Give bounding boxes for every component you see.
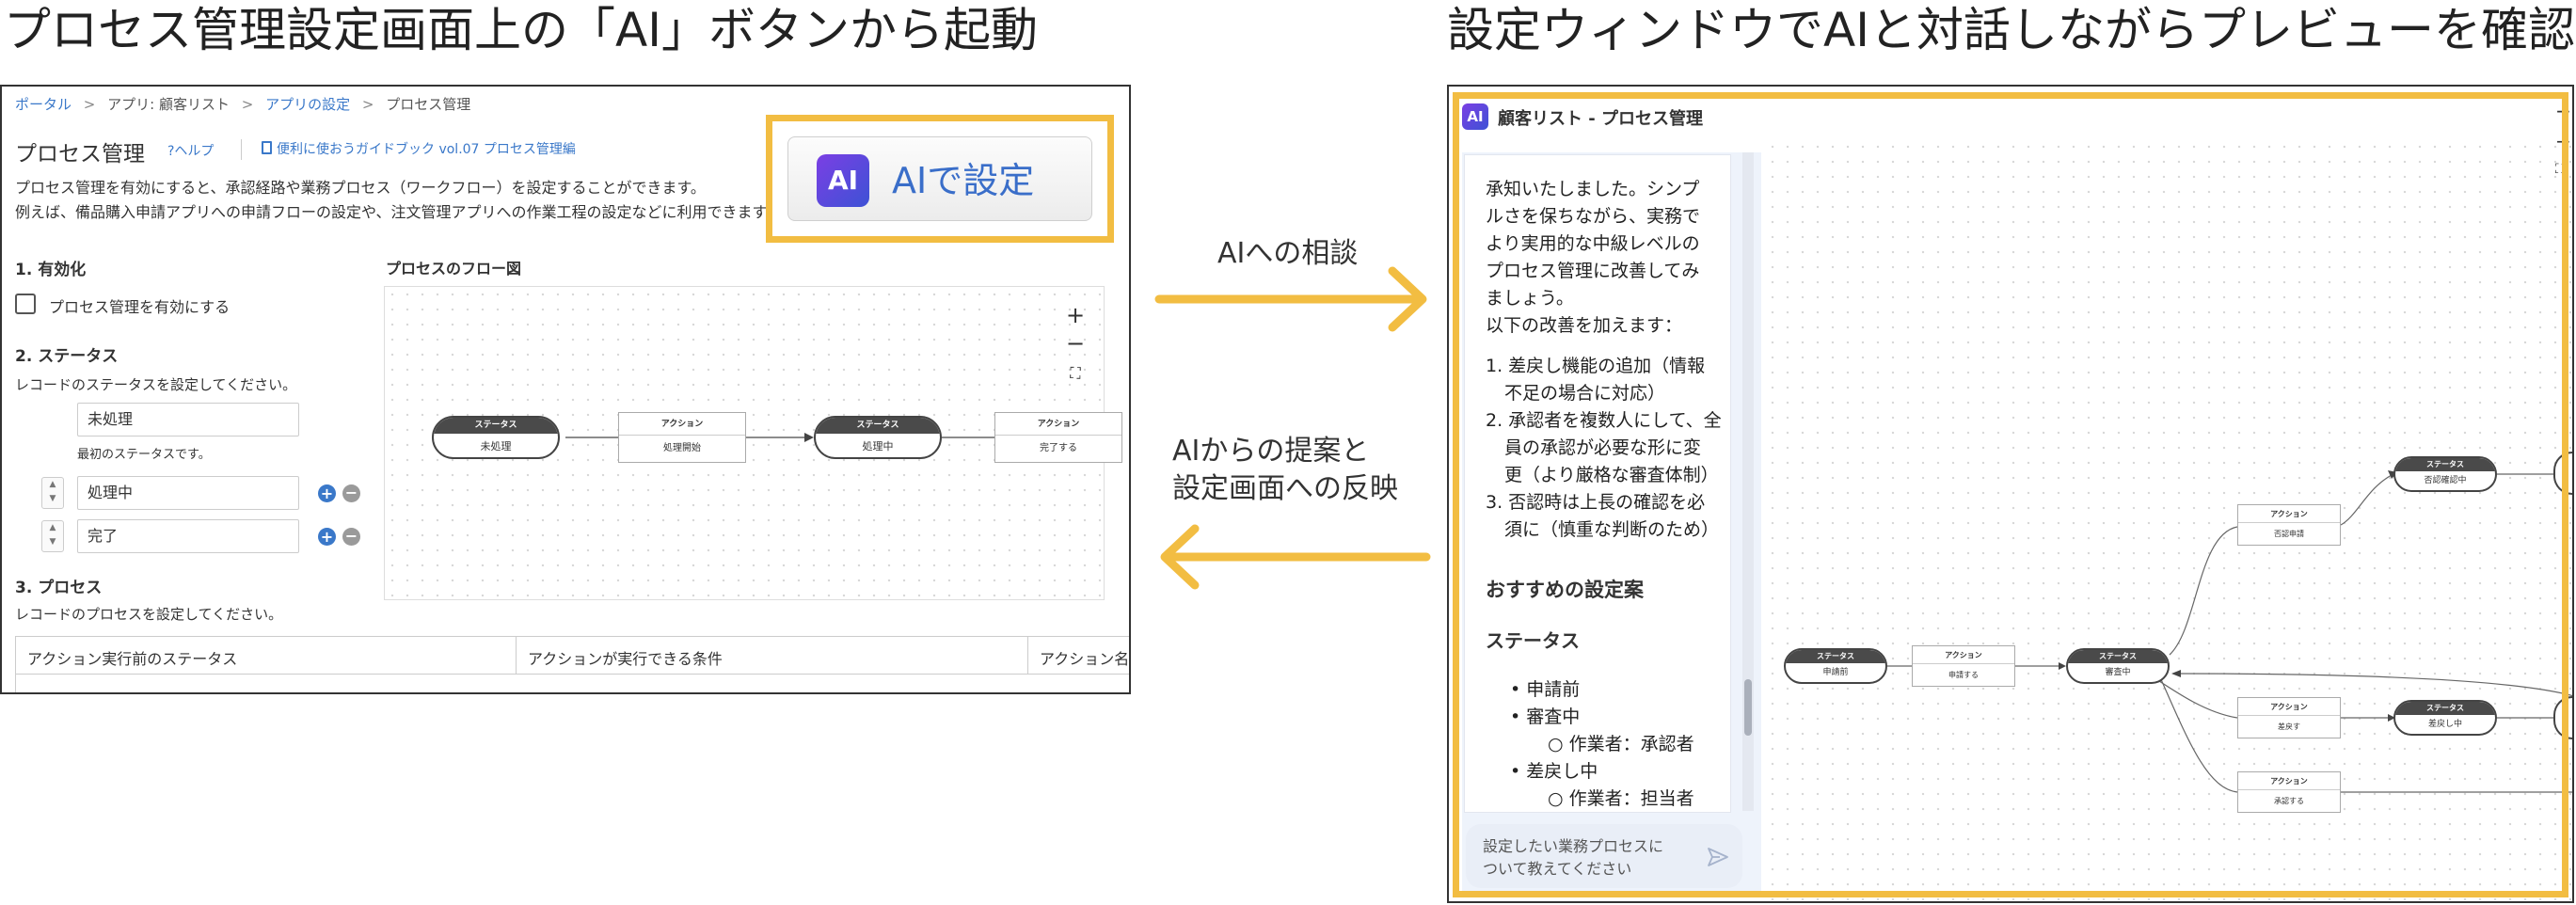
ai-button-highlight: AI AIで設定 [766,115,1114,243]
arrows-graphic [1154,266,1431,590]
send-icon[interactable] [1707,847,1729,867]
preview-action-node[interactable]: アクション 申請する [1912,645,2015,687]
enable-checkbox-label: プロセス管理を有効にする [49,298,231,316]
section-status-description: レコードのステータスを設定してください。 [15,376,297,393]
section-enable-title: 1. 有効化 [15,261,87,279]
help-link[interactable]: ?ヘルプ [167,141,214,160]
page-title: プロセス管理 [15,142,145,167]
chat-message: 承知いたしました。シンプ ルさを保ちながら、実務で より実用的な中級レベルの プ… [1464,154,1731,813]
flow-action-node[interactable]: アクション 処理開始 [618,412,746,463]
ai-button-label: AIで設定 [892,160,1035,201]
flow-status-node[interactable]: ステータス 未処理 [432,416,560,459]
zoom-in-icon[interactable]: + [2555,100,2571,122]
preview-action-node[interactable]: アクション 差戻す [2237,697,2341,738]
breadcrumb-portal[interactable]: ポータル [15,96,72,113]
forward-arrow-label: AIへの相談 [1217,237,1359,270]
guide-link[interactable]: 便利に使おうガイドブック vol.07 プロセス管理編 [277,139,576,158]
chat-intro: 承知いたしました。シンプ ルさを保ちながら、実務で より実用的な中級レベルの プ… [1486,179,1701,336]
ai-logo-icon: AI [817,154,869,207]
ai-settings-window: AI 顧客リスト - プロセス管理 ステータス 申請前 アクション 申請する ス… [1447,85,2574,903]
flow-title: プロセスのフロー図 [386,260,522,278]
preview-status-node[interactable]: ステータス 差戻し中 [2393,700,2497,736]
breadcrumb-app[interactable]: アプリ: 顧客リスト [107,96,230,113]
drag-handle-icon[interactable]: ▲ ▼ [41,477,64,509]
list-subitem: ○ 作業者：承認者 [1548,734,1694,754]
description-line-1: プロセス管理を有効にすると、承認経路や業務プロセス（ワークフロー）を設定すること… [15,179,706,197]
process-table: アクション実行前のステータス アクションが実行できる条件 アクション名 [15,636,1129,692]
chat-input-placeholder: 設定したい業務プロセスに ついて教えてください [1483,837,1664,878]
section-status-title: 2. ステータス [15,347,119,366]
section-process-title: 3. プロセス [15,579,103,597]
table-header-cell: アクションが実行できる条件 [517,637,1028,675]
window-title: 顧客リスト - プロセス管理 [1498,109,1704,129]
list-item: • 審査中 [1510,707,1581,727]
back-arrow-label: AIからの提案と 設定画面への反映 [1172,435,1398,505]
status-input-first[interactable]: 未処理 [77,403,299,437]
description-line-2: 例えば、備品購入申請アプリへの申請フローの設定や、注文管理アプリへの作業工程の設… [15,203,768,221]
right-caption: 設定ウィンドウでAIと対話しながらプレビューを確認 [1447,3,2575,57]
divider [241,139,242,160]
preview-status-node[interactable]: ステータス 審査中 [2066,648,2170,684]
process-settings-screen: ポータル > アプリ: 顧客リスト > アプリの設定 > プロセス管理 プロセス… [0,85,1131,694]
fullscreen-icon[interactable]: ⛶ [2555,162,2565,177]
list-item: • 差戻し中 [1510,761,1598,782]
preview-status-node[interactable]: ステータス 申請前 [1784,648,1887,684]
status-input-3[interactable]: 完了 [77,519,299,553]
breadcrumb: ポータル > アプリ: 顧客リスト > アプリの設定 > プロセス管理 [15,96,471,113]
first-status-note: 最初のステータスです。 [77,448,211,462]
remove-status-icon[interactable]: − [342,528,360,546]
chat-scrollbar-thumb[interactable] [1744,679,1752,736]
enable-checkbox[interactable] [15,294,36,314]
chat-status-list: • 申請前 • 審査中 ○ 作業者：承認者 • 差戻し中 ○ 作業者：担当者 [1510,676,1694,812]
status-input-2[interactable]: 処理中 [77,476,299,510]
ai-logo-icon: AI [1462,103,1488,130]
book-icon [262,141,272,154]
preview-status-node[interactable]: ステータス 否認確認中 [2393,456,2497,492]
table-header-cell: アクション実行前のステータス [16,637,517,675]
list-item: • 申請前 [1510,679,1581,700]
drag-handle-icon[interactable]: ▲ ▼ [41,520,64,552]
chat-heading: おすすめの設定案 [1486,579,1644,601]
add-status-icon[interactable]: + [318,484,336,502]
left-caption: プロセス管理設定画面上の「AI」ボタンから起動 [4,3,1038,57]
zoom-out-icon[interactable]: − [2555,130,2571,152]
flow-action-node[interactable]: アクション 完了する [994,412,1122,463]
chat-input[interactable]: 設定したい業務プロセスに ついて教えてください [1466,824,1742,888]
chat-scrollbar[interactable] [1742,152,1754,811]
list-subitem: ○ 作業者：担当者 [1548,788,1694,809]
preview-action-node[interactable]: アクション 承認する [2237,771,2341,813]
preview-flow-canvas[interactable]: ステータス 申請前 アクション 申請する ステータス 審査中 アクション 否認申… [1765,139,2572,901]
preview-action-node[interactable]: アクション 否認申請 [2237,504,2341,546]
preview-flow-edges [1887,470,2572,793]
section-process-description: レコードのプロセスを設定してください。 [15,606,283,623]
chat-subheading: ステータス [1486,629,1580,652]
chat-panel: 承知いたしました。シンプ ルさを保ちながら、実務で より実用的な中級レベルの プ… [1462,152,1761,896]
remove-status-icon[interactable]: − [342,484,360,502]
flow-status-node[interactable]: ステータス 処理中 [814,416,942,459]
ai-settings-button[interactable]: AI AIで設定 [787,136,1092,221]
breadcrumb-app-settings[interactable]: アプリの設定 [265,96,350,113]
table-header-cell: アクション名 [1028,637,1129,675]
breadcrumb-current: プロセス管理 [386,96,471,113]
flow-canvas[interactable]: + − ⛶ ステータス 未処理 アクション 処理開始 ステータス 処理中 アクシ… [384,286,1122,600]
chat-list: 1. 差戻し機能の追加（情報 不足の場合に対応） 2. 承認者を複数人にして、全… [1486,356,1722,540]
add-status-icon[interactable]: + [318,528,336,546]
